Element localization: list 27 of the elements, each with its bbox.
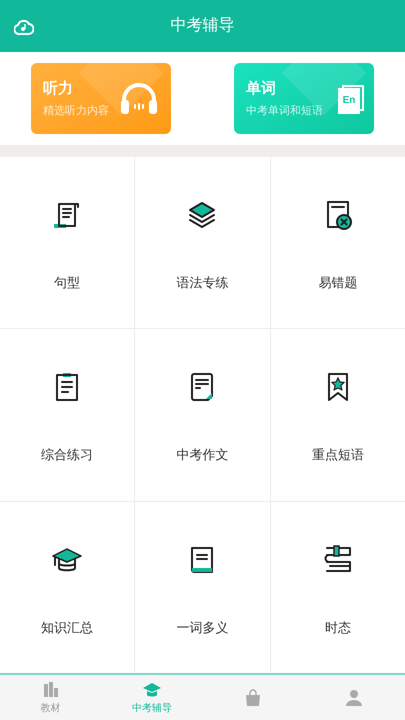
menu-tile[interactable]: 中考作文	[135, 329, 270, 501]
tile-label: 综合练习	[41, 446, 94, 464]
card-title: 单词	[246, 78, 277, 98]
headphones-icon	[119, 80, 159, 116]
tile-label: 一词多义	[176, 618, 228, 637]
tile-label: 知识汇总	[41, 618, 94, 637]
card-subtitle: 精选听力内容	[43, 104, 109, 119]
person-icon	[344, 688, 364, 708]
menu-tile[interactable]: 一词多义	[135, 502, 270, 673]
tile-label: 语法专练	[176, 274, 228, 292]
menu-tile[interactable]: 句型	[0, 157, 134, 328]
menu-tile[interactable]: 综合练习	[0, 329, 134, 501]
tile-label: 中考作文	[176, 446, 228, 464]
tile-label: 重点短语	[312, 446, 364, 464]
menu-tile[interactable]: 时态	[270, 502, 405, 673]
cloud-music-icon[interactable]	[14, 18, 34, 36]
tile-label: 句型	[54, 274, 80, 292]
page-title: 中考辅导	[170, 16, 234, 36]
card-subtitle: 中考单词和短语	[246, 104, 323, 119]
menu-tile[interactable]: 重点短语	[270, 329, 405, 501]
tile-label: 易错题	[318, 274, 358, 292]
dictionary-icon: En	[338, 88, 360, 114]
card-title: 听力	[43, 78, 74, 98]
tile-label: 时态	[324, 618, 351, 637]
menu-tile[interactable]: 语法专练	[135, 157, 270, 328]
menu-tile[interactable]: 知识汇总	[0, 502, 134, 673]
menu-tile[interactable]: 易错题	[270, 157, 405, 328]
